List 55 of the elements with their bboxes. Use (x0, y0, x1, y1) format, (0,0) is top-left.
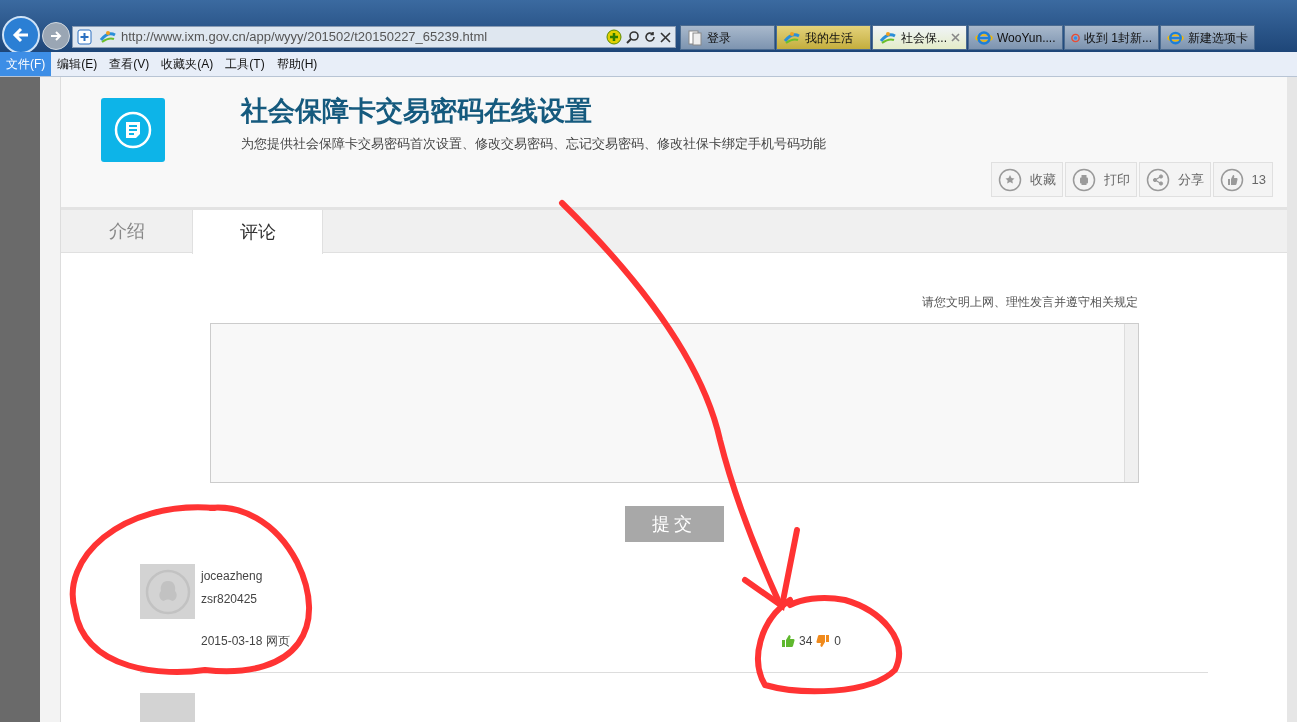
printer-icon (1071, 167, 1096, 192)
forward-button[interactable] (42, 22, 70, 50)
action-button[interactable]: 打印 (1064, 162, 1137, 197)
site-logo-icon (99, 29, 117, 45)
shield-icon[interactable] (77, 29, 95, 45)
thumbs-up-icon (1219, 167, 1244, 192)
action-button[interactable]: 收藏 (990, 162, 1063, 197)
thumbs-down-icon[interactable] (816, 634, 831, 649)
browser-tab[interactable]: 收到 1封新... (1064, 25, 1159, 50)
forward-arrow-icon (49, 29, 63, 43)
back-button[interactable] (2, 16, 40, 54)
refresh-icon[interactable] (644, 31, 656, 43)
content-tab[interactable]: 评论 (192, 210, 323, 255)
browser-tab[interactable]: 我的生活 (776, 25, 871, 50)
browser-tab[interactable]: WooYun.... (968, 25, 1063, 50)
e-logo-icon (975, 29, 993, 46)
site-logo-icon (783, 29, 801, 46)
menu-item[interactable]: 查看(V) (103, 52, 156, 76)
close-icon[interactable] (660, 31, 671, 43)
menu-item[interactable]: 收藏夹(A) (155, 52, 220, 76)
url-text: http://www.ixm.gov.cn/app/wyyy/201502/t20150227_65239.html (121, 28, 489, 47)
thumbs-up-icon[interactable] (781, 634, 795, 649)
action-button[interactable]: 分享 (1138, 162, 1211, 197)
comment-nickname: zsr820425 (201, 591, 259, 609)
browser-tab[interactable]: 新建选项卡 (1160, 25, 1255, 50)
page-subtitle: 为您提供社会保障卡交易密码首次设置、修改交易密码、忘记交易密码、修改社保卡绑定手机号码功能 (241, 135, 826, 153)
dislike-count: 0 (834, 633, 842, 651)
plus-badge-icon[interactable] (606, 29, 622, 45)
document-icon (687, 29, 703, 46)
menu-item[interactable]: 帮助(H) (270, 52, 324, 76)
menu-item[interactable]: 工具(T) (219, 52, 271, 76)
tab-label: 登录 (707, 29, 732, 47)
note-icon (114, 111, 152, 149)
like-count: 34 (799, 633, 813, 651)
scrollbar[interactable] (1123, 324, 1138, 483)
page-title: 社会保障卡交易密码在线设置 (241, 95, 593, 127)
comment-meta: 2015-03-18 网页 (201, 633, 291, 651)
search-icon[interactable] (626, 30, 640, 44)
comment-username: joceazheng (201, 568, 263, 586)
back-arrow-icon (11, 25, 31, 45)
site-logo-icon (879, 29, 897, 46)
tab-label: 社会保... (901, 29, 947, 47)
tab-label: 收到 1封新... (1084, 29, 1152, 47)
tab-label: 新建选项卡 (1188, 29, 1248, 47)
menu-item[interactable]: 编辑(E) (51, 52, 104, 76)
action-button[interactable]: 13 (1212, 162, 1273, 197)
page-scrollbar[interactable] (1287, 77, 1297, 722)
comment-notice: 请您文明上网、理性发言并遵守相关规定 (922, 294, 1138, 312)
e-logo-icon (1167, 29, 1184, 46)
browser-tab[interactable]: 社会保... (872, 25, 967, 50)
address-bar[interactable]: http://www.ixm.gov.cn/app/wyyy/201502/t20150227_65239.html (72, 26, 676, 48)
tab-label: 我的生活 (805, 29, 854, 47)
share-icon (1145, 167, 1170, 192)
tab-label: WooYun.... (997, 29, 1056, 47)
browser-tab[interactable]: 登录 (680, 25, 775, 50)
